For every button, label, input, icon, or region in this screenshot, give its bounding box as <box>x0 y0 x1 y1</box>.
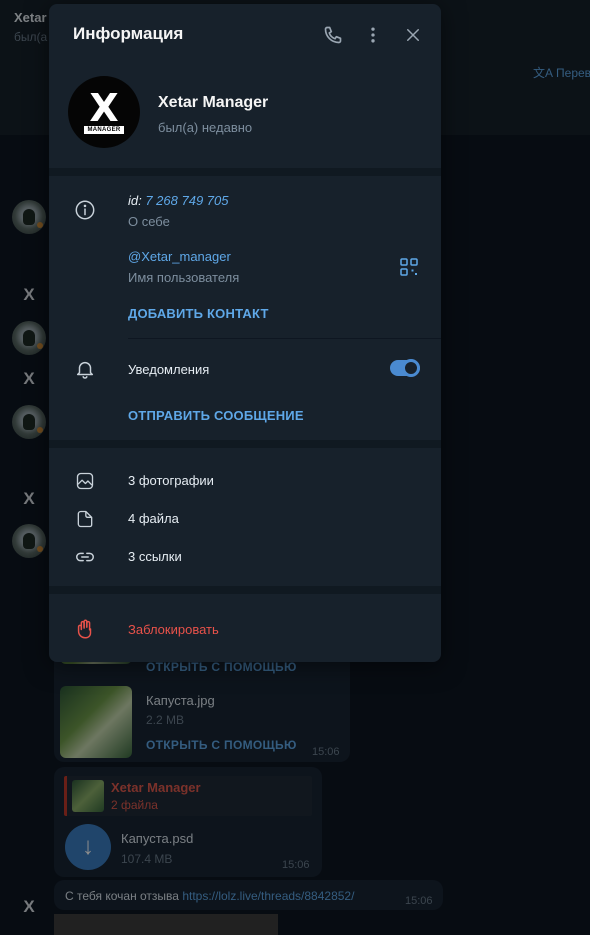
notifications-label: Уведомления <box>128 362 210 377</box>
info-icon <box>75 200 95 220</box>
user-id-caption: О себе <box>128 214 170 229</box>
profile-status: был(а) недавно <box>158 120 253 135</box>
user-id[interactable]: id: 7 268 749 705 <box>128 193 228 208</box>
section-separator <box>49 586 441 594</box>
qr-code-icon <box>400 258 418 276</box>
notifications-row-icon <box>73 357 97 381</box>
links-link[interactable]: 3 ссылки <box>128 549 182 564</box>
file-icon <box>77 510 93 528</box>
info-row-icon <box>73 198 97 222</box>
avatar-logo-caption: MANAGER <box>84 125 124 134</box>
toggle-knob <box>402 359 420 377</box>
link-icon <box>76 552 94 562</box>
hand-stop-icon <box>77 619 92 639</box>
bell-icon <box>76 361 94 379</box>
photo-icon <box>76 472 94 490</box>
avatar-logo-x: X <box>89 85 119 130</box>
row-divider <box>128 338 441 339</box>
more-vertical-icon <box>371 27 375 43</box>
phone-icon <box>324 26 342 44</box>
more-button[interactable] <box>360 22 386 48</box>
files-link[interactable]: 4 файла <box>128 511 179 526</box>
block-user-button[interactable]: Заблокировать <box>128 622 219 637</box>
info-dialog: Информация X MANAGER Xetar Manager был(а… <box>49 4 441 662</box>
dialog-title: Информация <box>73 24 184 43</box>
user-id-value: 7 268 749 705 <box>145 193 229 208</box>
section-separator <box>49 168 441 176</box>
files-row-icon <box>73 507 97 531</box>
profile-name: Xetar Manager <box>158 94 269 111</box>
send-message-button[interactable]: ОТПРАВИТЬ СООБЩЕНИЕ <box>128 408 304 423</box>
block-row-icon <box>73 617 97 641</box>
add-contact-button[interactable]: ДОБАВИТЬ КОНТАКТ <box>128 306 269 321</box>
call-button[interactable] <box>320 22 346 48</box>
section-separator <box>49 440 441 448</box>
photos-row-icon <box>73 469 97 493</box>
profile-avatar[interactable]: X MANAGER <box>68 76 140 148</box>
close-button[interactable] <box>400 22 426 48</box>
qr-code-button[interactable] <box>399 257 419 277</box>
username-caption: Имя пользователя <box>128 270 240 285</box>
close-icon <box>407 29 419 41</box>
photos-link[interactable]: 3 фотографии <box>128 473 214 488</box>
username-link[interactable]: @Xetar_manager <box>128 249 231 264</box>
notifications-toggle[interactable] <box>390 359 420 377</box>
user-id-prefix: id: <box>128 193 146 208</box>
links-row-icon <box>73 545 97 569</box>
